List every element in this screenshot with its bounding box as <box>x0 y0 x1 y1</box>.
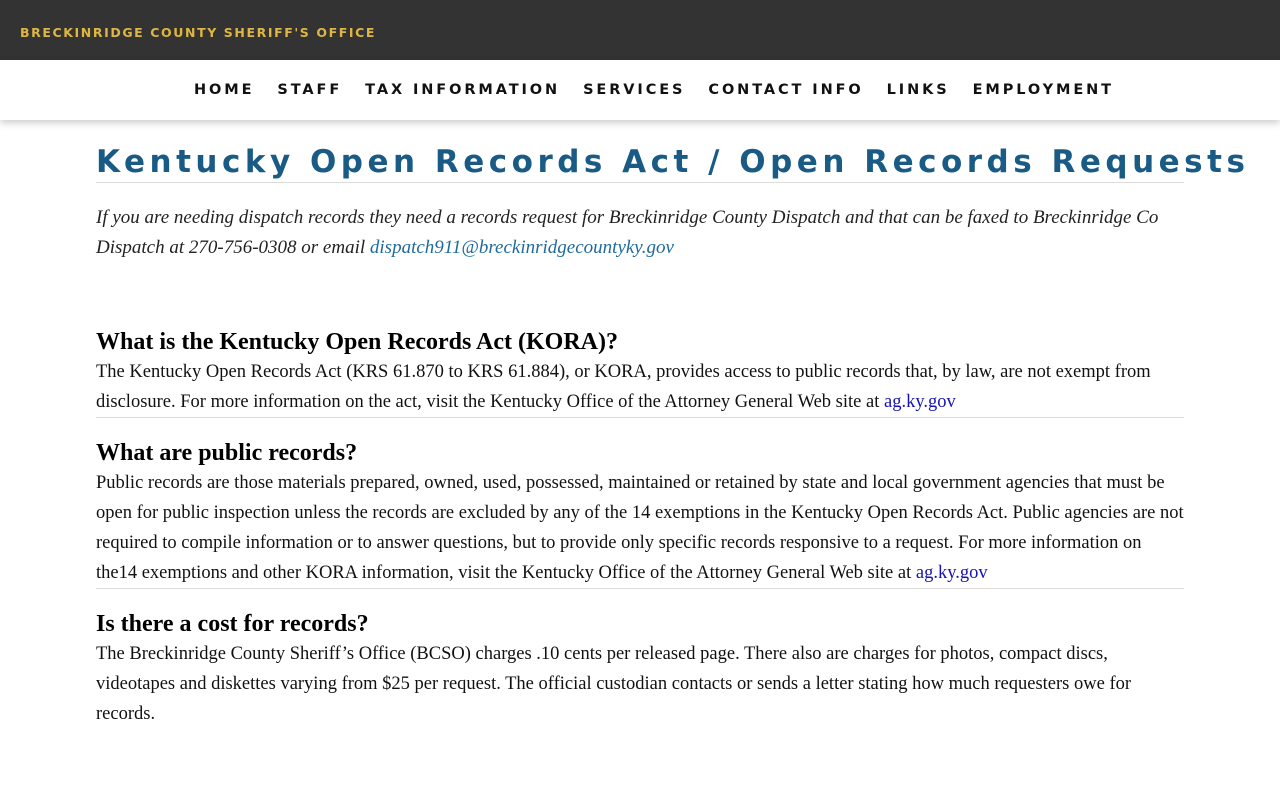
section-body: Public records are those materials prepa… <box>96 468 1184 588</box>
section-heading: What are public records? <box>96 440 358 466</box>
nav-item-staff[interactable]: STAFF <box>277 82 342 98</box>
section-body: The Breckinridge County Sheriff’s Office… <box>96 644 1132 724</box>
section-body-text: The Kentucky Open Records Act (KRS 61.87… <box>96 362 1151 412</box>
main-navigation: HOME STAFF TAX INFORMATION SERVICES CONT… <box>0 60 1280 120</box>
section-divider <box>96 588 1184 589</box>
nav-item-home[interactable]: HOME <box>194 82 254 98</box>
nav-item-tax-information[interactable]: TAX INFORMATION <box>365 82 560 98</box>
ag-website-link[interactable]: ag.ky.gov <box>884 392 956 412</box>
dispatch-notice: If you are needing dispatch records they… <box>96 203 1184 263</box>
main-content: Kentucky Open Records Act / Open Records… <box>96 120 1250 729</box>
nav-item-employment[interactable]: EMPLOYMENT <box>973 82 1114 98</box>
nav-item-links[interactable]: LINKS <box>887 82 950 98</box>
section-heading: Is there a cost for records? <box>96 611 369 637</box>
section-public-records: What are public records? Public records … <box>96 438 1184 588</box>
section-heading: What is the Kentucky Open Records Act (K… <box>96 329 618 355</box>
site-brand-link[interactable]: BRECKINRIDGE COUNTY SHERIFF'S OFFICE <box>20 25 376 40</box>
section-body-text: Public records are those materials prepa… <box>96 473 1184 583</box>
section-divider <box>96 417 1184 418</box>
ag-website-link[interactable]: ag.ky.gov <box>916 563 988 583</box>
title-divider <box>96 182 1184 183</box>
nav-item-services[interactable]: SERVICES <box>583 82 685 98</box>
top-bar: BRECKINRIDGE COUNTY SHERIFF'S OFFICE <box>0 0 1280 60</box>
page-title: Kentucky Open Records Act / Open Records… <box>96 144 1250 180</box>
nav-item-contact-info[interactable]: CONTACT INFO <box>708 82 863 98</box>
dispatch-email-link[interactable]: dispatch911@breckinridgecountyky.gov <box>370 237 674 258</box>
section-kora: What is the Kentucky Open Records Act (K… <box>96 327 1184 417</box>
nav-list: HOME STAFF TAX INFORMATION SERVICES CONT… <box>194 60 1114 120</box>
section-body: The Kentucky Open Records Act (KRS 61.87… <box>96 357 1184 417</box>
section-records-cost: Is there a cost for records? The Breckin… <box>96 609 1184 729</box>
